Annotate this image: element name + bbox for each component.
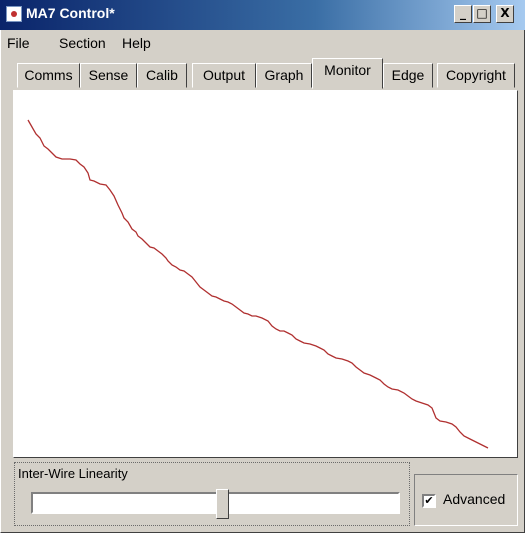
window-title: MA7 Control*: [26, 5, 115, 21]
tab-monitor[interactable]: Monitor: [312, 58, 383, 89]
tab-output[interactable]: Output: [192, 63, 256, 88]
tab-edge[interactable]: Edge: [383, 63, 433, 88]
tab-sense[interactable]: Sense: [80, 63, 137, 88]
close-button[interactable]: X: [496, 5, 514, 23]
tab-graph[interactable]: Graph: [256, 63, 312, 88]
monitor-trace-line: [27, 119, 489, 449]
menu-file[interactable]: File: [7, 35, 30, 51]
group-label: Inter-Wire Linearity: [16, 466, 130, 481]
maximize-button[interactable]: □: [473, 5, 491, 23]
linearity-slider-thumb[interactable]: [216, 489, 229, 519]
advanced-checkbox[interactable]: ✔: [422, 494, 436, 508]
linearity-graph: [27, 119, 489, 449]
monitor-graph-panel: [13, 90, 518, 458]
app-icon: [6, 6, 22, 22]
advanced-label[interactable]: Advanced: [443, 491, 505, 507]
menu-help[interactable]: Help: [122, 35, 151, 51]
tab-copyright[interactable]: Copyright: [437, 63, 515, 88]
menu-section[interactable]: Section: [59, 35, 106, 51]
tab-calib[interactable]: Calib: [137, 63, 187, 88]
tab-strip: Comms Sense Calib Output Graph Monitor E…: [0, 54, 525, 90]
title-bar[interactable]: MA7 Control* _ □ X: [0, 0, 525, 30]
tab-comms[interactable]: Comms: [17, 63, 80, 88]
menu-bar: File Section Help: [0, 32, 525, 54]
minimize-button[interactable]: _: [454, 5, 472, 23]
